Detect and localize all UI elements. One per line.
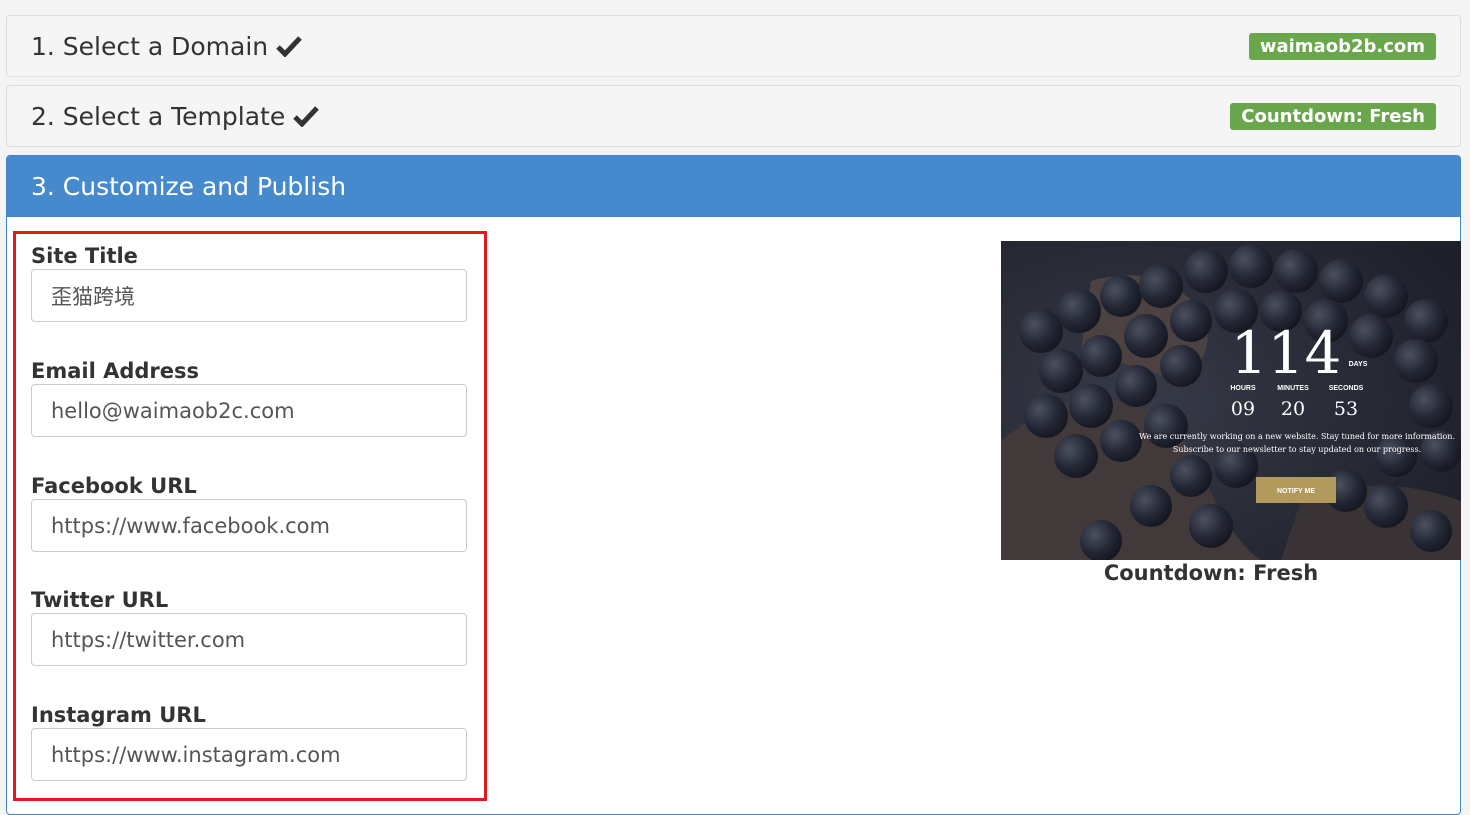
site-title-label: Site Title bbox=[31, 244, 138, 268]
email-group: Email Address bbox=[31, 359, 467, 437]
twitter-group: Twitter URL bbox=[31, 588, 467, 666]
step-3-header[interactable]: 3. Customize and Publish bbox=[7, 156, 1460, 217]
days-label: DAYS bbox=[1349, 361, 1368, 368]
instagram-group: Instagram URL bbox=[31, 703, 467, 781]
countdown-seconds: 53 bbox=[1334, 398, 1358, 420]
preview-message-line-1: We are currently working on a new websit… bbox=[1139, 432, 1455, 441]
step-3-title: 3. Customize and Publish bbox=[31, 172, 347, 201]
template-caption: Countdown: Fresh bbox=[1103, 561, 1319, 585]
facebook-input[interactable] bbox=[31, 499, 467, 552]
countdown-minutes: 20 bbox=[1281, 398, 1305, 420]
site-title-input[interactable] bbox=[31, 269, 467, 322]
email-input[interactable] bbox=[31, 384, 467, 437]
domain-badge: waimaob2b.com bbox=[1248, 32, 1436, 60]
countdown-days: 114 bbox=[1231, 319, 1342, 387]
step-1-panel[interactable]: 1. Select a Domain waimaob2b.com bbox=[6, 15, 1461, 77]
instagram-label: Instagram URL bbox=[31, 703, 206, 727]
facebook-label: Facebook URL bbox=[31, 474, 197, 498]
hours-label: HOURS bbox=[1230, 385, 1256, 392]
step-3-panel: 3. Customize and Publish Site Title Emai… bbox=[6, 155, 1461, 815]
checkmark-icon bbox=[276, 35, 302, 57]
minutes-label: MINUTES bbox=[1277, 385, 1309, 392]
twitter-input[interactable] bbox=[31, 613, 467, 666]
preview-message-line-2: Subscribe to our newsletter to stay upda… bbox=[1173, 445, 1421, 454]
template-preview-image[interactable]: 114 DAYS HOURS MINUTES SECONDS 09 20 53 … bbox=[1001, 241, 1461, 560]
twitter-label: Twitter URL bbox=[31, 588, 169, 612]
site-title-group: Site Title bbox=[31, 244, 467, 322]
facebook-group: Facebook URL bbox=[31, 474, 467, 552]
countdown-hours: 09 bbox=[1231, 398, 1255, 420]
step-1-title: 1. Select a Domain bbox=[31, 31, 269, 61]
notify-me-label: NOTIFY ME bbox=[1277, 488, 1315, 495]
step-2-header[interactable]: 2. Select a Template Countdown: Fresh bbox=[7, 86, 1460, 146]
email-label: Email Address bbox=[31, 359, 200, 383]
step-2-panel[interactable]: 2. Select a Template Countdown: Fresh bbox=[6, 85, 1461, 147]
checkmark-icon bbox=[293, 105, 320, 127]
template-badge: Countdown: Fresh bbox=[1230, 102, 1436, 130]
customize-form: Site Title Email Address Facebook URL Tw… bbox=[13, 231, 487, 801]
seconds-label: SECONDS bbox=[1329, 385, 1364, 392]
step-2-title: 2. Select a Template bbox=[31, 101, 286, 131]
instagram-input[interactable] bbox=[31, 728, 467, 781]
step-1-header[interactable]: 1. Select a Domain waimaob2b.com bbox=[7, 16, 1460, 76]
